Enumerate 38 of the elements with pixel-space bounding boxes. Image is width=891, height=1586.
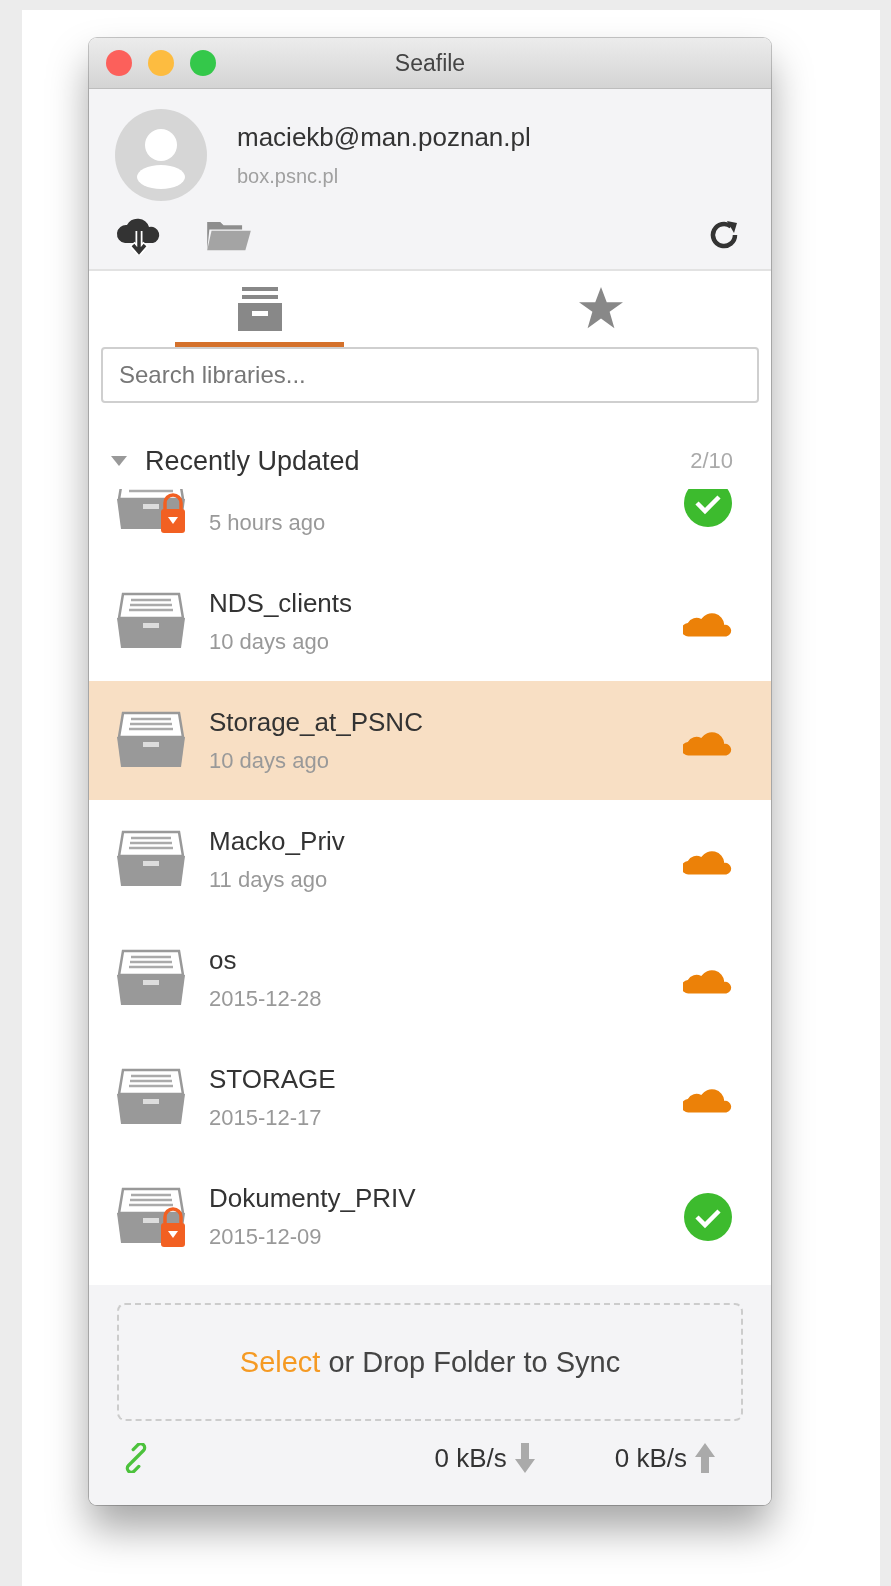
library-name: NDS_clients (209, 588, 354, 619)
upload-arrow-icon (695, 1443, 715, 1473)
zoom-button[interactable] (190, 50, 216, 76)
library-name: os (209, 945, 238, 976)
library-time: 2015-12-09 (209, 1224, 323, 1250)
library-name: Dokumenty_PRIV (209, 1183, 417, 1214)
library-name: Macko_Priv (209, 826, 346, 857)
library-row[interactable]: STORAGE 2015-12-17 (89, 1038, 771, 1157)
library-name: STORAGE (209, 1064, 337, 1095)
library-row[interactable]: os 2015-12-28 (89, 919, 771, 1038)
avatar-icon (115, 109, 207, 201)
library-time: 2015-12-28 (209, 986, 323, 1012)
library-time: 10 days ago (209, 748, 330, 774)
library-time: 2015-12-17 (209, 1105, 323, 1131)
drop-zone[interactable]: Select or Drop Folder to Sync (117, 1303, 743, 1421)
section-title[interactable]: Recently Updated (145, 445, 360, 477)
library-row[interactable]: NDS_clients 10 days ago (89, 562, 771, 681)
caret-icon[interactable] (111, 456, 127, 466)
library-time: 11 days ago (209, 867, 329, 893)
library-row[interactable]: Storage_at_PSNC 10 days ago (89, 681, 771, 800)
download-speed: 0 kB/s (434, 1442, 507, 1474)
archive-icon (235, 287, 284, 331)
check-icon (683, 489, 733, 527)
library-row[interactable]: Dokumenty_PRIV 2015-12-09 (89, 1157, 771, 1276)
download-arrow-icon (514, 1443, 535, 1473)
library-row[interactable]: Macko_Priv 11 days ago (89, 800, 771, 919)
upload-speed: 0 kB/s (614, 1442, 687, 1474)
search-field[interactable]: Search libraries... (101, 347, 759, 403)
library-time: 5 hours ago (209, 509, 327, 536)
server-address: box.psnc.pl (237, 165, 340, 188)
library-count: 2/10 (690, 448, 733, 474)
drop-hint: Select or Drop Folder to Sync (239, 1345, 621, 1379)
account-email: maciekb@man.poznan.pl (237, 122, 531, 153)
library-time: 10 days ago (209, 629, 330, 655)
close-button[interactable] (106, 50, 132, 76)
check-icon (683, 1192, 733, 1241)
library-name: Storage_at_PSNC (209, 707, 424, 738)
window-title: Seafile (394, 49, 466, 77)
